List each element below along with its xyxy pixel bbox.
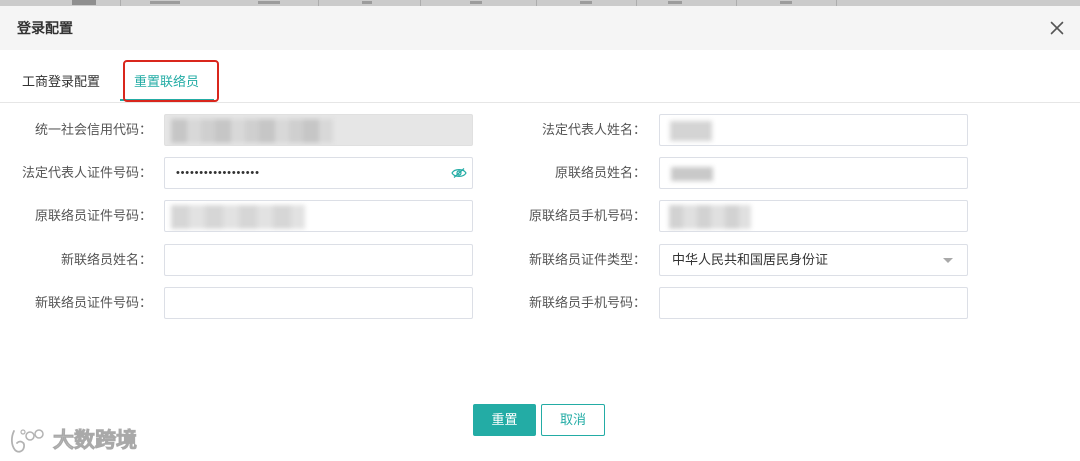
legal-rep-id-input[interactable]: [165, 158, 472, 188]
background-text-fragment: [780, 1, 792, 4]
masked-value-blur: [669, 205, 751, 229]
tab-reset-contact[interactable]: 重置联络员: [134, 70, 199, 94]
caret-down-icon: [943, 258, 953, 263]
original-contact-name-label: 原联络员姓名：: [554, 165, 646, 180]
active-tab-indicator: [120, 99, 214, 101]
masked-value-blur: [670, 121, 712, 141]
watermark-logo-icon: [8, 427, 50, 455]
background-text-fragment: [470, 1, 482, 4]
legal-rep-name-label: 法定代表人姓名：: [541, 122, 646, 137]
new-contact-id-field[interactable]: [164, 287, 473, 319]
dialog-title: 登录配置: [17, 20, 73, 36]
background-text-fragment: [580, 1, 592, 4]
new-contact-phone-label: 新联络员手机号码：: [528, 295, 646, 310]
original-contact-id-label: 原联络员证件号码：: [34, 208, 152, 223]
watermark-text: 大数跨境: [53, 429, 138, 453]
new-contact-name-field[interactable]: [164, 244, 473, 276]
credit-code-label: 统一社会信用代码：: [34, 122, 152, 137]
tab-bar: 工商登录配置 重置联络员: [0, 50, 1080, 103]
new-contact-id-type-label: 新联络员证件类型：: [528, 252, 646, 267]
new-contact-id-type-select[interactable]: 中华人民共和国居民身份证: [659, 244, 968, 276]
cancel-button[interactable]: 取消: [541, 404, 605, 436]
masked-value-blur: [671, 167, 713, 181]
new-contact-id-label: 新联络员证件号码：: [34, 295, 152, 310]
background-text-fragment: [668, 1, 682, 4]
new-contact-name-label: 新联络员姓名：: [60, 252, 152, 267]
eye-off-icon[interactable]: [451, 167, 467, 179]
masked-value-blur: [171, 119, 333, 143]
original-contact-phone-field[interactable]: [659, 200, 968, 232]
legal-rep-id-field[interactable]: [164, 157, 473, 189]
id-type-selected-value: 中华人民共和国居民身份证: [672, 252, 829, 267]
background-cell-box: [72, 0, 96, 5]
new-contact-phone-field[interactable]: [659, 287, 968, 319]
original-contact-id-field[interactable]: [164, 200, 473, 232]
legal-rep-name-field[interactable]: [659, 114, 968, 146]
close-icon[interactable]: [1049, 20, 1065, 36]
legal-rep-id-label: 法定代表人证件号码：: [21, 165, 152, 180]
background-text-fragment: [258, 1, 280, 4]
new-contact-name-input[interactable]: [165, 245, 472, 275]
new-contact-phone-input[interactable]: [660, 288, 967, 318]
new-contact-id-input[interactable]: [165, 288, 472, 318]
dialog-header: 登录配置: [0, 6, 1080, 50]
credit-code-field[interactable]: [164, 114, 473, 146]
masked-value-blur: [171, 205, 305, 229]
tab-business-login-config[interactable]: 工商登录配置: [22, 70, 100, 94]
reset-button[interactable]: 重置: [473, 404, 536, 436]
background-text-fragment: [150, 1, 180, 4]
original-contact-name-field[interactable]: [659, 157, 968, 189]
original-contact-phone-label: 原联络员手机号码：: [528, 208, 646, 223]
background-text-fragment: [362, 1, 372, 4]
